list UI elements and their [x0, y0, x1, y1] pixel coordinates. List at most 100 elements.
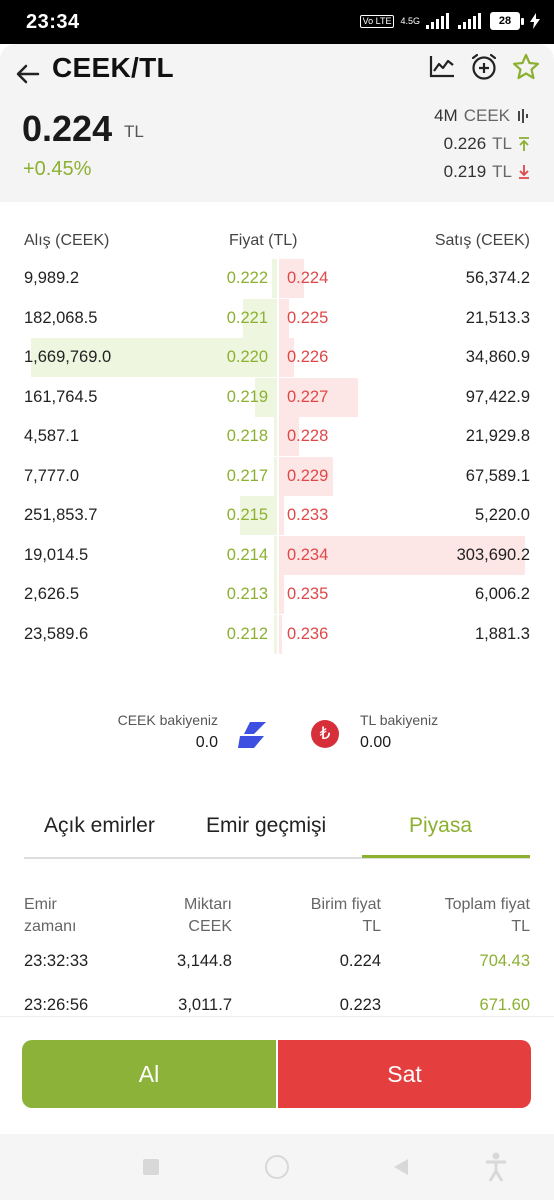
- low-value: 0.219: [443, 162, 487, 181]
- quote-balance-label: TL bakiyeniz: [360, 712, 439, 728]
- bid-amount: 2,626.5: [24, 585, 80, 603]
- orderbook-row[interactable]: 23,589.6 0.212 0.236 1,881.3: [0, 614, 554, 654]
- trade-time: 23:26:56: [24, 996, 89, 1014]
- last-price-unit: TL: [124, 122, 144, 141]
- ask-price: 0.233: [287, 506, 329, 524]
- trade-total: 671.60: [479, 996, 530, 1014]
- orderbook-row[interactable]: 1,669,769.0 0.220 0.226 34,860.9: [0, 338, 554, 377]
- network-type: 4.5G: [400, 15, 420, 26]
- ceek-coin-icon: [238, 722, 266, 748]
- tab-open-orders[interactable]: Açık emirler: [44, 814, 155, 838]
- tab-market[interactable]: Piyasa: [409, 814, 472, 838]
- orderbook-row[interactable]: 7,777.0 0.217 0.229 67,589.1: [0, 456, 554, 496]
- bid-price: 0.222: [226, 269, 268, 287]
- bid-price: 0.221: [226, 308, 268, 327]
- ask-amount: 21,929.8: [465, 427, 530, 445]
- trade-total: 704.43: [479, 952, 530, 970]
- orderbook-row[interactable]: 182,068.5 0.221 0.225 21,513.3: [0, 298, 554, 338]
- orderbook-row[interactable]: 9,989.2 0.222 0.224 56,374.2: [0, 259, 554, 298]
- arrow-down-icon: [519, 165, 529, 179]
- sell-button[interactable]: Sat: [278, 1040, 531, 1108]
- time-header-line1: Emir: [24, 896, 57, 913]
- bid-amount: 1,669,769.0: [24, 348, 112, 366]
- trade-qty: 3,144.8: [176, 952, 232, 970]
- bid-amount: 251,853.7: [24, 506, 98, 524]
- orderbook-row[interactable]: 19,014.5 0.214 0.234 303,690.2: [0, 535, 554, 575]
- bid-price: 0.219: [226, 387, 268, 406]
- ask-price: 0.229: [287, 466, 329, 485]
- market-header: CEEK/TL 0.224 TL +0.45% 4M CEEK 0.226 TL…: [0, 44, 554, 202]
- bid-price: 0.217: [226, 466, 268, 485]
- chart-icon: [429, 56, 454, 78]
- high-unit: TL: [492, 134, 512, 153]
- accessibility-icon[interactable]: [484, 1152, 508, 1182]
- ask-header: Satış (CEEK): [434, 232, 530, 249]
- high-24h: 0.226 TL: [444, 134, 530, 154]
- tab-active-indicator: [362, 855, 530, 858]
- bid-amount: 19,014.5: [24, 545, 89, 564]
- recents-button[interactable]: [143, 1159, 159, 1175]
- signal-icon-2: [458, 13, 481, 29]
- orderbook-row[interactable]: 161,764.5 0.219 0.227 97,422.9: [0, 377, 554, 417]
- trade-time: 23:32:33: [24, 952, 89, 970]
- battery-icon: 28: [490, 12, 524, 30]
- favorite-button[interactable]: [511, 52, 541, 82]
- bid-header: Alış (CEEK): [24, 232, 110, 249]
- bid-depth-bar: [274, 456, 277, 496]
- bid-price: 0.215: [226, 506, 268, 524]
- bid-amount: 9,989.2: [24, 269, 80, 287]
- base-balance-value: 0.0: [195, 734, 218, 751]
- home-button[interactable]: [265, 1155, 289, 1179]
- ask-amount: 97,422.9: [465, 387, 530, 406]
- back-nav-icon[interactable]: [392, 1158, 410, 1176]
- trade-qty: 3,011.7: [178, 996, 232, 1014]
- volume-unit: CEEK: [463, 106, 510, 125]
- ask-depth-bar: [279, 575, 284, 614]
- status-bar: 23:34 Vo LTE 4.5G 28: [0, 0, 554, 44]
- bid-depth-bar: [274, 575, 277, 614]
- price-alarm-button[interactable]: [469, 52, 499, 82]
- back-arrow-icon: [16, 64, 40, 84]
- alarm-add-icon: [471, 53, 497, 80]
- signal-icon: [426, 13, 449, 29]
- ask-amount: 6,006.2: [474, 585, 530, 603]
- orders-tabs: Açık emirler Emir geçmişi Piyasa: [24, 810, 530, 860]
- bid-amount: 23,589.6: [24, 624, 89, 643]
- volume-24h: 4M CEEK: [434, 106, 530, 126]
- star-icon: [512, 53, 540, 80]
- bid-depth-bar: [274, 417, 277, 456]
- tab-order-history[interactable]: Emir geçmişi: [206, 814, 326, 838]
- ask-price: 0.236: [287, 624, 329, 643]
- low-unit: TL: [492, 162, 512, 181]
- orderbook-row[interactable]: 4,587.1 0.218 0.228 21,929.8: [0, 417, 554, 456]
- unit-header-line2: TL: [362, 918, 381, 935]
- trades-header-total: Toplam fiyat TL: [445, 894, 530, 938]
- trade-unit-price: 0.224: [339, 952, 381, 970]
- buy-button[interactable]: Al: [22, 1040, 276, 1108]
- ask-price: 0.224: [287, 269, 329, 287]
- base-balance-label: CEEK bakiyeniz: [117, 712, 218, 728]
- bid-amount: 182,068.5: [24, 308, 98, 327]
- bid-depth-bar: [274, 614, 277, 654]
- orderbook-headers: Alış (CEEK) Fiyat (TL) Satış (CEEK): [0, 232, 554, 252]
- ask-amount: 56,374.2: [465, 269, 530, 287]
- bid-price: 0.213: [226, 585, 268, 603]
- back-button[interactable]: [14, 54, 44, 84]
- orderbook-row[interactable]: 2,626.5 0.213 0.235 6,006.2: [0, 575, 554, 614]
- arrow-up-icon: [519, 137, 529, 151]
- last-price: 0.224: [22, 108, 113, 149]
- qty-header-line1: Miktarı: [184, 896, 232, 913]
- trades-header-qty: Miktarı CEEK: [184, 894, 232, 938]
- system-nav-bar: [0, 1134, 554, 1200]
- volte-indicator: Vo LTE: [359, 14, 395, 28]
- orderbook-row[interactable]: 251,853.7 0.215 0.233 5,220.0: [0, 496, 554, 535]
- high-value: 0.226: [443, 134, 487, 153]
- chart-button[interactable]: [428, 52, 458, 82]
- bid-depth-bar: [272, 259, 277, 298]
- ask-amount: 1,881.3: [474, 624, 530, 643]
- ask-price: 0.235: [287, 585, 329, 603]
- status-icons: Vo LTE 4.5G 28: [359, 12, 540, 30]
- bid-price: 0.214: [226, 545, 268, 564]
- time-header-line2: zamanı: [24, 918, 77, 935]
- charging-icon: [530, 13, 540, 29]
